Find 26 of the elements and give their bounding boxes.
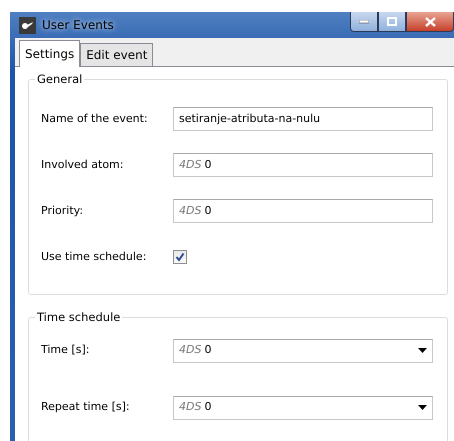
close-icon <box>424 16 436 26</box>
dropdown-arrow-icon[interactable] <box>418 348 427 353</box>
minimize-icon <box>359 20 369 24</box>
tab[interactable]: Edit event <box>80 43 154 66</box>
field-label: Repeat time [s]: <box>41 399 131 416</box>
close-button[interactable] <box>406 12 454 32</box>
field-label: Priority: <box>41 202 84 219</box>
field-label: Involved atom: <box>41 156 124 173</box>
group-title: General <box>35 72 84 86</box>
field-label: Name of the event: <box>41 110 149 127</box>
field-label: Use time schedule: <box>41 248 148 265</box>
checkbox[interactable] <box>173 250 187 264</box>
app-icon <box>19 16 36 34</box>
field-label: Time [s]: <box>41 342 90 358</box>
window-title: User Events <box>42 17 114 34</box>
text-field[interactable]: setiranje-atributa-na-nulu <box>173 107 433 131</box>
combo-box[interactable]: 4DS 0 <box>173 396 433 420</box>
text-field[interactable]: 4DS 0 <box>173 153 433 177</box>
maximize-button[interactable] <box>378 12 406 32</box>
tab[interactable]: Settings <box>19 40 80 67</box>
dropdown-arrow-icon[interactable] <box>418 405 427 410</box>
combo-box[interactable]: 4DS 0 <box>173 338 433 362</box>
minimize-button[interactable] <box>350 12 378 32</box>
group-title: Time schedule <box>35 310 122 324</box>
text-field[interactable]: 4DS 0 <box>173 199 433 223</box>
maximize-icon <box>387 17 397 26</box>
